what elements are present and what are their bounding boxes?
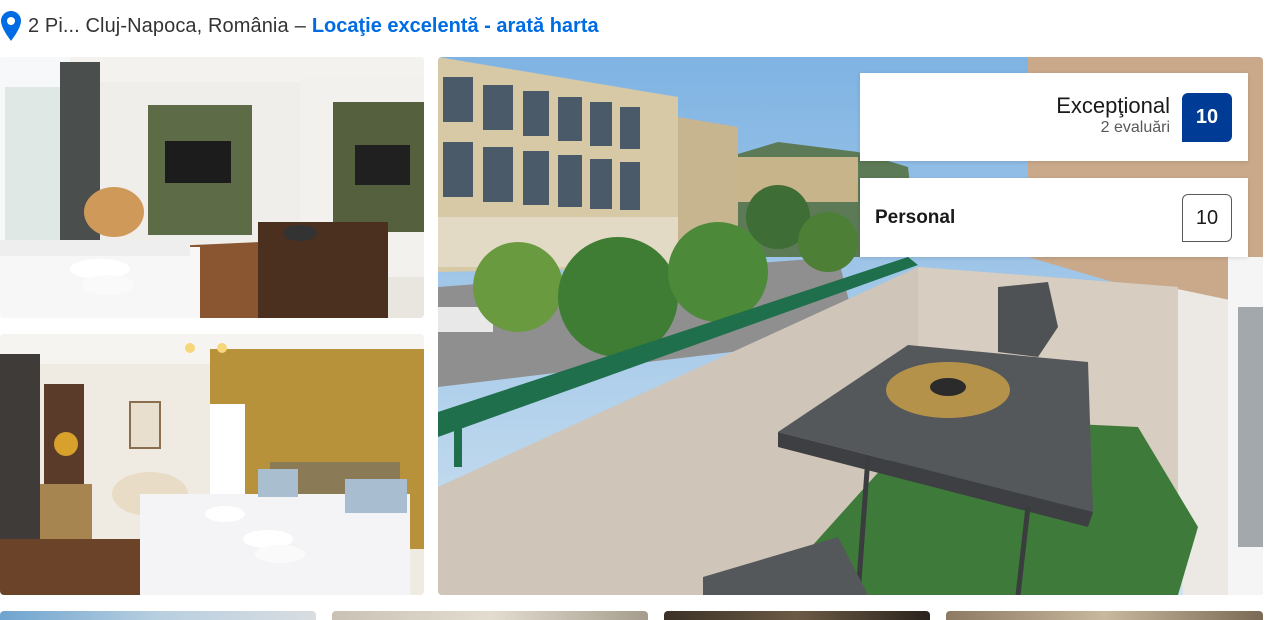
photo-bedroom-tv[interactable] [0, 57, 424, 318]
address-text: 2 Pi... Cluj-Napoca, România [28, 14, 289, 37]
staff-score-badge: 10 [1182, 194, 1232, 242]
review-score-card[interactable]: Excepţional 2 evaluări 10 [860, 73, 1248, 161]
address-separator: – [294, 14, 306, 37]
show-map-link[interactable]: Locaţie excelentă - arată harta [312, 15, 599, 38]
bedroom-tv-image [0, 57, 424, 318]
photo-thumbnail[interactable] [664, 611, 930, 620]
review-score-badge: 10 [1182, 93, 1232, 142]
staff-score-label: Personal [875, 207, 956, 228]
review-score-label: Excepţional [1056, 93, 1170, 118]
map-pin-icon [1, 11, 21, 41]
photo-bedroom-golden[interactable] [0, 334, 424, 595]
photo-thumbnail[interactable] [0, 611, 316, 620]
photo-thumbnail[interactable] [332, 611, 648, 620]
review-count: 2 evaluări [1100, 119, 1170, 136]
review-score-text: Excepţional 2 evaluări [1056, 93, 1170, 137]
bedroom-golden-image [0, 334, 424, 595]
address-bar: 2 Pi... Cluj-Napoca, România – Locaţie e… [0, 10, 599, 42]
staff-score-card: Personal 10 [860, 178, 1248, 257]
photo-thumbnail[interactable] [946, 611, 1263, 620]
